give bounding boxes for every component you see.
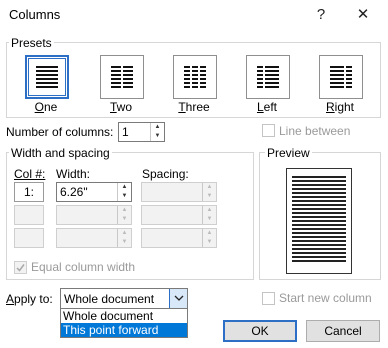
number-of-columns-spinner[interactable]: 1 ▲ ▼	[118, 122, 165, 142]
preview-lines	[292, 176, 346, 264]
spin-down-icon[interactable]: ▼	[118, 238, 131, 247]
option-whole-document[interactable]: Whole document	[61, 309, 187, 323]
preset-three-button[interactable]	[173, 55, 217, 99]
close-icon: ✕	[356, 6, 370, 23]
left-columns-icon	[257, 66, 279, 88]
spin-up-icon[interactable]: ▲	[203, 183, 216, 192]
close-button[interactable]: ✕	[352, 4, 374, 26]
right-columns-icon	[330, 66, 352, 88]
width-header: Width:	[56, 167, 91, 181]
preset-right-label: Right	[325, 100, 355, 114]
width-spinner[interactable]: ▲ ▼	[56, 228, 132, 248]
start-new-column-checkbox[interactable]	[262, 292, 275, 305]
three-columns-icon	[184, 66, 206, 88]
cancel-button[interactable]: Cancel	[306, 320, 380, 342]
spin-up-icon[interactable]: ▲	[118, 206, 131, 215]
preview-group-label: Preview	[265, 146, 312, 160]
preset-two-label: Two	[109, 100, 132, 114]
spin-up-icon[interactable]: ▲	[203, 229, 216, 238]
option-this-point-forward[interactable]: This point forward	[61, 323, 187, 337]
line-between-checkbox[interactable]	[262, 124, 275, 137]
spin-down-icon[interactable]: ▼	[203, 238, 216, 247]
spin-down-icon[interactable]: ▼	[118, 192, 131, 201]
checkmark-icon	[16, 264, 25, 272]
width-spacing-group-label: Width and spacing	[9, 146, 112, 160]
width-spinner[interactable]: 6.26" ▲ ▼	[56, 182, 132, 202]
number-of-columns-label: Number of columns:	[6, 125, 114, 139]
spacing-spinner[interactable]: ▲ ▼	[141, 182, 217, 202]
preset-one-label: One	[34, 100, 58, 114]
preset-left-button[interactable]	[246, 55, 290, 99]
col-number-cell	[14, 228, 44, 248]
apply-to-value: Whole document	[64, 292, 155, 306]
ok-button[interactable]: OK	[223, 320, 297, 342]
chevron-down-icon[interactable]	[169, 289, 187, 309]
apply-to-dropdown[interactable]: Whole document	[60, 288, 188, 310]
preset-right-button[interactable]	[319, 55, 363, 99]
spin-down-icon[interactable]: ▼	[203, 215, 216, 224]
dialog-title: Columns	[9, 7, 61, 22]
spin-down-icon[interactable]: ▼	[203, 192, 216, 201]
preset-three-label: Three	[178, 100, 210, 114]
help-button[interactable]: ?	[310, 4, 332, 26]
spin-up-icon[interactable]: ▲	[118, 183, 131, 192]
number-of-columns-value: 1	[122, 125, 129, 139]
apply-to-options-list[interactable]: Whole document This point forward	[60, 308, 188, 338]
equal-column-width-label: Equal column width	[31, 260, 136, 274]
one-column-icon	[36, 66, 58, 88]
spacing-header: Spacing:	[142, 167, 189, 181]
spacing-spinner[interactable]: ▲ ▼	[141, 228, 217, 248]
two-columns-icon	[111, 66, 133, 88]
spin-up-icon[interactable]: ▲	[151, 123, 164, 132]
preview-page	[286, 168, 352, 274]
col-number-cell: 1:	[14, 182, 44, 202]
col-number-header: Col #:	[14, 167, 46, 181]
preset-left-label: Left	[256, 100, 278, 114]
preset-one-button[interactable]	[25, 55, 69, 99]
col-number-cell	[14, 205, 44, 225]
spin-down-icon[interactable]: ▼	[118, 215, 131, 224]
equal-column-width-checkbox[interactable]	[14, 261, 27, 274]
line-between-label: Line between	[279, 124, 351, 138]
start-new-column-label: Start new column	[279, 291, 372, 305]
spin-up-icon[interactable]: ▲	[118, 229, 131, 238]
spin-down-icon[interactable]: ▼	[151, 132, 164, 141]
spin-up-icon[interactable]: ▲	[203, 206, 216, 215]
width-spinner[interactable]: ▲ ▼	[56, 205, 132, 225]
spacing-spinner[interactable]: ▲ ▼	[141, 205, 217, 225]
width-value: 6.26"	[60, 185, 88, 199]
presets-group-label: Presets	[9, 36, 54, 50]
apply-to-label: Apply to:	[6, 292, 53, 306]
preset-two-button[interactable]	[100, 55, 144, 99]
